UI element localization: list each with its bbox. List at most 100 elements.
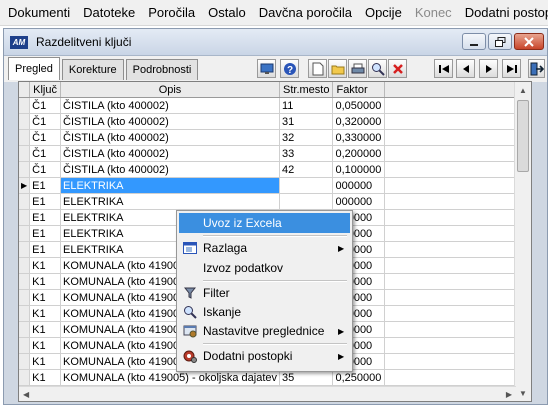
row-indicator[interactable] <box>19 129 31 146</box>
next-record-icon[interactable] <box>479 59 498 78</box>
row-indicator[interactable] <box>19 225 31 242</box>
exit-icon[interactable] <box>528 59 545 78</box>
menu-opcije[interactable]: Opcije <box>361 0 406 26</box>
cell-faktor[interactable]: 000000 <box>332 177 386 194</box>
cell-str-mesto[interactable] <box>279 193 334 210</box>
scroll-up-icon[interactable]: ▲ <box>515 82 531 98</box>
cell-kljuc[interactable]: E1 <box>29 225 61 242</box>
column-header-opis[interactable]: Opis <box>60 82 280 98</box>
row-indicator[interactable] <box>19 337 31 354</box>
row-indicator[interactable] <box>19 97 31 114</box>
scroll-right-icon[interactable]: ▶ <box>506 390 512 399</box>
close-icon[interactable] <box>514 33 544 50</box>
open-folder-icon[interactable] <box>328 59 347 78</box>
table-row[interactable]: Č1 ČISTILA (kto 400002) 31 0,320000 <box>19 113 531 130</box>
row-indicator[interactable] <box>19 209 31 226</box>
row-indicator[interactable] <box>19 145 31 162</box>
menu-datoteke[interactable]: Datoteke <box>79 0 139 26</box>
first-record-icon[interactable] <box>434 59 453 78</box>
cell-str-mesto[interactable] <box>279 177 334 194</box>
prev-record-icon[interactable] <box>456 59 475 78</box>
delete-icon[interactable] <box>388 59 407 78</box>
tab-korekture[interactable]: Korekture <box>61 59 124 80</box>
cell-opis[interactable]: ČISTILA (kto 400002) <box>60 145 280 162</box>
row-indicator[interactable] <box>19 113 31 130</box>
cell-kljuc[interactable]: K1 <box>29 321 61 338</box>
ctx-nastavitve-preglednice[interactable]: Nastavitve preglednice ▶ <box>179 321 350 341</box>
print-icon[interactable] <box>348 59 367 78</box>
cell-kljuc[interactable]: Č1 <box>29 145 61 162</box>
cell-kljuc[interactable]: E1 <box>29 241 61 258</box>
menu-porocila[interactable]: Poročila <box>144 0 199 26</box>
row-indicator[interactable] <box>19 369 31 386</box>
row-indicator[interactable] <box>19 289 31 306</box>
cell-faktor[interactable]: 0,200000 <box>332 145 386 162</box>
scroll-down-icon[interactable]: ▼ <box>515 385 531 401</box>
cell-faktor[interactable]: 0,330000 <box>332 129 386 146</box>
help-icon[interactable]: ? <box>280 59 299 78</box>
row-indicator[interactable] <box>19 161 31 178</box>
screen-icon[interactable] <box>257 59 276 78</box>
cell-kljuc[interactable]: E1 <box>29 177 61 194</box>
search-icon[interactable] <box>368 59 387 78</box>
column-header-kljuc[interactable]: Ključ <box>29 82 61 98</box>
cell-kljuc[interactable]: Č1 <box>29 113 61 130</box>
menu-davcna-porocila[interactable]: Davčna poročila <box>255 0 356 26</box>
table-row[interactable]: Č1 ČISTILA (kto 400002) 33 0,200000 <box>19 145 531 162</box>
restore-icon[interactable] <box>488 33 512 50</box>
cell-kljuc[interactable]: E1 <box>29 193 61 210</box>
ctx-filter[interactable]: Filter <box>179 283 350 303</box>
table-row[interactable]: Č1 ČISTILA (kto 400002) 42 0,100000 <box>19 161 531 178</box>
cell-kljuc[interactable]: K1 <box>29 257 61 274</box>
cell-kljuc[interactable]: K1 <box>29 273 61 290</box>
cell-kljuc[interactable]: Č1 <box>29 129 61 146</box>
tab-pregled[interactable]: Pregled <box>8 57 60 80</box>
cell-kljuc[interactable]: E1 <box>29 209 61 226</box>
ctx-razlaga[interactable]: Razlaga ▶ <box>179 238 350 258</box>
row-indicator[interactable] <box>19 273 31 290</box>
horizontal-scrollbar[interactable]: ◀ ▶ <box>19 386 516 401</box>
table-row[interactable]: Č1 ČISTILA (kto 400002) 11 0,050000 <box>19 97 531 114</box>
cell-str-mesto[interactable]: 33 <box>279 145 334 162</box>
row-indicator[interactable] <box>19 257 31 274</box>
cell-faktor[interactable]: 0,050000 <box>332 97 386 114</box>
minimize-icon[interactable] <box>462 33 486 50</box>
cell-opis[interactable]: ČISTILA (kto 400002) <box>60 97 280 114</box>
cell-faktor[interactable]: 0,320000 <box>332 113 386 130</box>
tab-podrobnosti[interactable]: Podrobnosti <box>125 59 199 80</box>
cell-kljuc[interactable]: K1 <box>29 289 61 306</box>
window-titlebar[interactable]: AM Razdelitveni ključi <box>4 29 547 56</box>
column-header-faktor[interactable]: Faktor <box>332 82 386 98</box>
scroll-left-icon[interactable]: ◀ <box>23 390 29 399</box>
cell-kljuc[interactable]: K1 <box>29 305 61 322</box>
cell-kljuc[interactable]: K1 <box>29 369 61 386</box>
cell-str-mesto[interactable]: 31 <box>279 113 334 130</box>
cell-opis[interactable]: ELEKTRIKA <box>60 193 280 210</box>
menu-ostalo[interactable]: Ostalo <box>204 0 250 26</box>
cell-str-mesto[interactable]: 11 <box>279 97 334 114</box>
row-indicator[interactable] <box>19 305 31 322</box>
row-indicator[interactable] <box>19 241 31 258</box>
row-indicator[interactable] <box>19 353 31 370</box>
cell-kljuc[interactable]: K1 <box>29 353 61 370</box>
ctx-uvoz-iz-excela[interactable]: Uvoz iz Excela <box>179 213 350 233</box>
row-indicator[interactable]: ▶ <box>19 177 31 194</box>
cell-kljuc[interactable]: Č1 <box>29 161 61 178</box>
cell-opis[interactable]: ČISTILA (kto 400002) <box>60 113 280 130</box>
cell-kljuc[interactable]: Č1 <box>29 97 61 114</box>
ctx-dodatni-postopki[interactable]: Dodatni postopki ▶ <box>179 346 350 366</box>
cell-faktor[interactable]: 000000 <box>332 193 386 210</box>
scrollbar-thumb[interactable] <box>517 100 529 172</box>
row-indicator[interactable] <box>19 193 31 210</box>
menu-dokumenti[interactable]: Dokumenti <box>4 0 74 26</box>
row-indicator[interactable] <box>19 321 31 338</box>
vertical-scrollbar[interactable]: ▲ ▼ <box>514 82 531 401</box>
table-row[interactable]: E1 ELEKTRIKA 000000 <box>19 193 531 210</box>
cell-opis[interactable]: ČISTILA (kto 400002) <box>60 129 280 146</box>
cell-str-mesto[interactable]: 32 <box>279 129 334 146</box>
ctx-iskanje[interactable]: Iskanje <box>179 302 350 322</box>
menu-dodatni-postopki[interactable]: Dodatni postopki <box>461 0 548 26</box>
ctx-izvoz-podatkov[interactable]: Izvoz podatkov <box>179 258 350 278</box>
table-row[interactable]: ▶ E1 ELEKTRIKA 000000 <box>19 177 531 194</box>
cell-opis[interactable]: ELEKTRIKA <box>60 177 280 194</box>
